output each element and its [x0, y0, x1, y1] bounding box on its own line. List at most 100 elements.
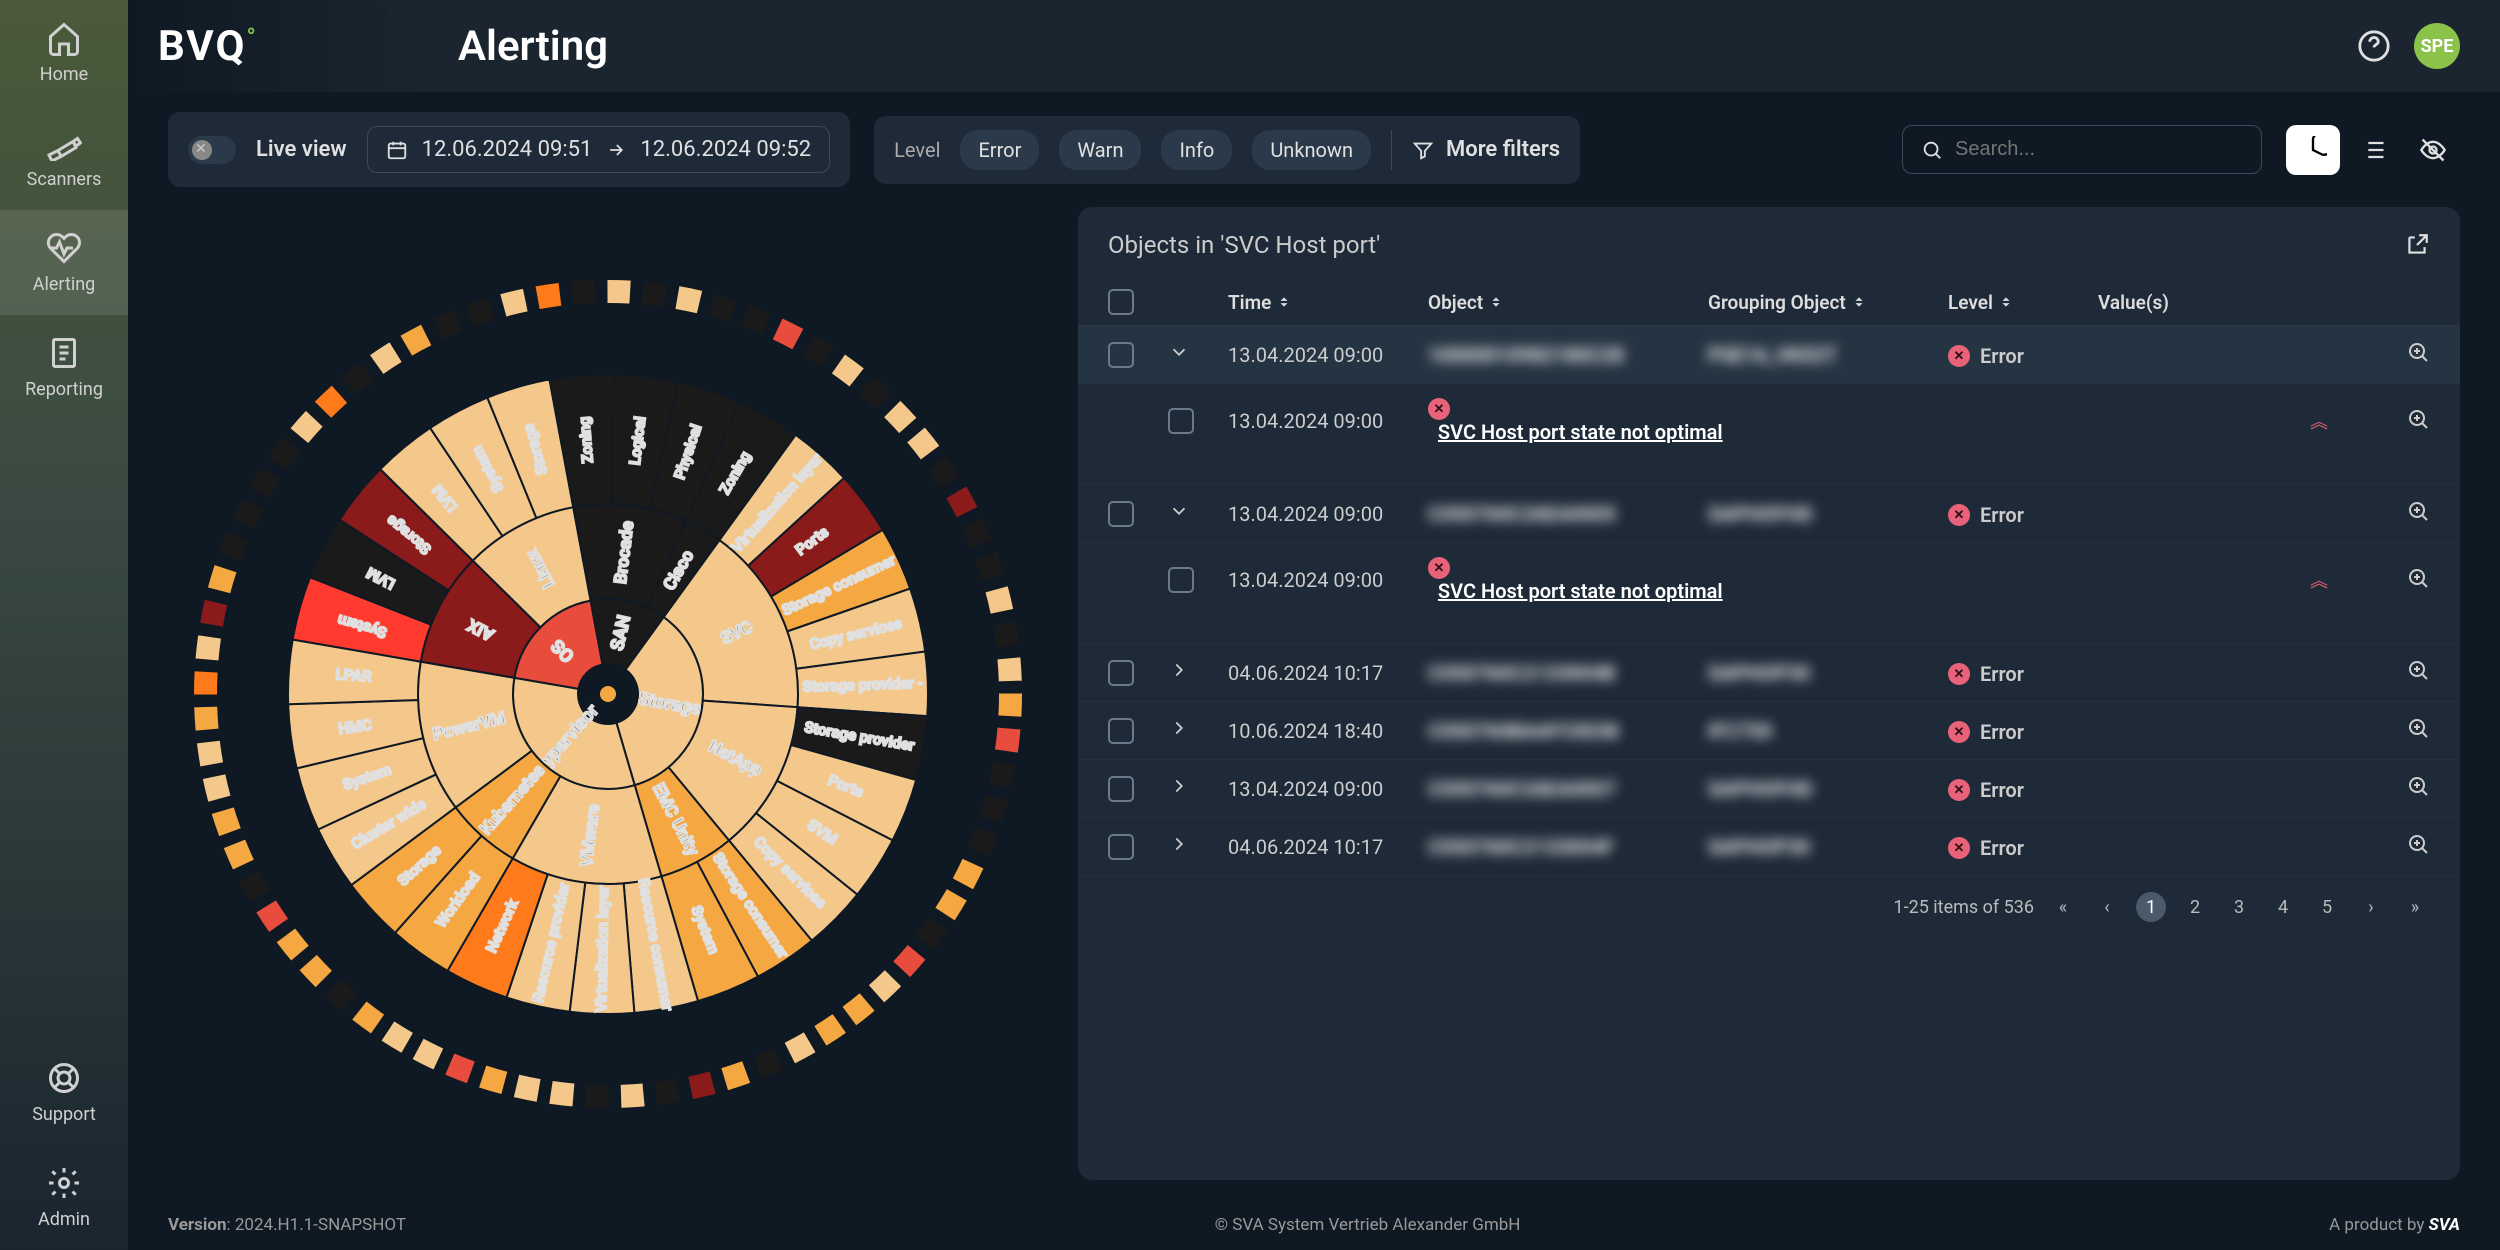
row-checkbox[interactable] — [1108, 834, 1134, 860]
cell-grouping: SAPHOP30 — [1708, 835, 1810, 859]
page-first[interactable]: « — [2048, 892, 2078, 922]
svg-text:Virtualization layer: Virtualization layer — [592, 884, 612, 1011]
row-checkbox[interactable] — [1168, 408, 1194, 434]
zoom-icon[interactable] — [2406, 658, 2430, 682]
col-level[interactable]: Level — [1948, 291, 2098, 314]
page-next[interactable]: › — [2356, 892, 2386, 922]
zoom-icon[interactable] — [2406, 499, 2430, 523]
zoom-icon[interactable] — [2406, 340, 2430, 364]
select-all-checkbox[interactable] — [1108, 289, 1134, 315]
live-toggle[interactable]: ✕ — [188, 136, 236, 164]
zoom-icon[interactable] — [2406, 566, 2430, 590]
sunburst-chart[interactable]: OSAIXSystemLVMStorageLinuxLVMSystemStora… — [168, 207, 1048, 1180]
chip-unknown[interactable]: Unknown — [1252, 130, 1371, 170]
level-badge: ✕Error — [1948, 662, 2024, 686]
zoom-icon[interactable] — [2406, 407, 2430, 431]
alert-link[interactable]: SVC Host port state not optimal — [1438, 579, 1723, 603]
table-row[interactable]: 04.06.2024 10:17 C050760C2133004F SAPHOP… — [1078, 818, 2460, 876]
eye-off-icon — [2419, 136, 2447, 164]
page-4[interactable]: 4 — [2268, 892, 2298, 922]
page-title: Alerting — [458, 22, 608, 71]
alerts-table: Objects in 'SVC Host port' Time Object G… — [1078, 207, 2460, 1180]
sidebar-label: Reporting — [25, 379, 103, 400]
expand-toggle[interactable] — [1168, 500, 1190, 522]
error-icon: ✕ — [1948, 837, 1970, 859]
row-checkbox[interactable] — [1108, 776, 1134, 802]
table-row[interactable]: 13.04.2024 09:00 ✕ SVC Host port state n… — [1078, 543, 2460, 644]
help-button[interactable] — [2354, 26, 2394, 66]
zoom-icon[interactable] — [2406, 832, 2430, 856]
col-object[interactable]: Object — [1428, 291, 1708, 314]
pie-icon — [2299, 136, 2327, 164]
error-icon: ✕ — [1948, 663, 1970, 685]
avatar[interactable]: SPE — [2414, 23, 2460, 69]
expand-toggle[interactable] — [1168, 659, 1190, 681]
search-box[interactable] — [1902, 125, 2262, 174]
expand-toggle[interactable] — [1168, 717, 1190, 739]
error-icon: ✕ — [1948, 504, 1970, 526]
level-badge: ✕Error — [1948, 836, 2024, 860]
page-prev[interactable]: ‹ — [2092, 892, 2122, 922]
cell-time: 13.04.2024 09:00 — [1228, 343, 1428, 367]
sidebar-item-admin[interactable]: Admin — [0, 1145, 128, 1250]
row-checkbox[interactable] — [1108, 501, 1134, 527]
page-3[interactable]: 3 — [2224, 892, 2254, 922]
sidebar-item-reporting[interactable]: Reporting — [0, 315, 128, 420]
live-label: Live view — [256, 137, 347, 162]
export-icon[interactable] — [2404, 232, 2430, 258]
alert-link[interactable]: SVC Host port state not optimal — [1438, 420, 1723, 444]
more-filters-button[interactable]: More filters — [1412, 137, 1560, 162]
table-row[interactable]: 13.04.2024 09:00 ✕ SVC Host port state n… — [1078, 384, 2460, 485]
row-checkbox[interactable] — [1168, 567, 1194, 593]
table-row[interactable]: 10.06.2024 18:40 C050760BAAFC0038 IFC750… — [1078, 702, 2460, 760]
view-list-button[interactable] — [2346, 125, 2400, 175]
row-checkbox[interactable] — [1108, 718, 1134, 744]
table-row[interactable]: 04.06.2024 10:17 C050760C2133004B SAPHOP… — [1078, 644, 2460, 702]
toolbar: ✕ Live view 12.06.2024 09:51 12.06.2024 … — [128, 92, 2500, 207]
row-checkbox[interactable] — [1108, 342, 1134, 368]
page-5[interactable]: 5 — [2312, 892, 2342, 922]
table-row[interactable]: 13.04.2024 09:00 C050760C26EA0007 SAPHOF… — [1078, 760, 2460, 818]
date-range-picker[interactable]: 12.06.2024 09:51 12.06.2024 09:52 — [367, 126, 831, 173]
page-1[interactable]: 1 — [2136, 892, 2166, 922]
zoom-icon[interactable] — [2406, 716, 2430, 740]
sort-icon — [1999, 295, 2013, 309]
sidebar-item-scanners[interactable]: Scanners — [0, 105, 128, 210]
page-last[interactable]: » — [2400, 892, 2430, 922]
search-input[interactable] — [1955, 138, 2243, 161]
svg-text:LPAR: LPAR — [335, 665, 373, 685]
pagination-summary: 1-25 items of 536 — [1894, 897, 2034, 918]
chip-error[interactable]: Error — [960, 130, 1039, 170]
row-checkbox[interactable] — [1108, 660, 1134, 686]
document-icon — [46, 335, 82, 371]
cell-grouping: SAPHOFHD — [1708, 777, 1813, 801]
page-2[interactable]: 2 — [2180, 892, 2210, 922]
expand-toggle[interactable] — [1168, 775, 1190, 797]
error-icon: ✕ — [1948, 779, 1970, 801]
sidebar-label: Home — [40, 64, 88, 85]
view-hide-button[interactable] — [2406, 125, 2460, 175]
sidebar-item-home[interactable]: Home — [0, 0, 128, 105]
chevron-down-icon — [1168, 500, 1190, 522]
sidebar-item-support[interactable]: Support — [0, 1040, 128, 1145]
cell-time: 13.04.2024 09:00 — [1228, 409, 1428, 433]
table-row[interactable]: 13.04.2024 09:00 C050760C26EA0005 SAPHOF… — [1078, 485, 2460, 543]
priority-icon[interactable]: ︽ — [2310, 571, 2328, 592]
col-grouping[interactable]: Grouping Object — [1708, 291, 1948, 314]
chip-info[interactable]: Info — [1161, 130, 1232, 170]
view-chart-button[interactable] — [2286, 125, 2340, 175]
zoom-icon[interactable] — [2406, 774, 2430, 798]
level-badge: ✕Error — [1948, 778, 2024, 802]
expand-toggle[interactable] — [1168, 833, 1190, 855]
chip-warn[interactable]: Warn — [1059, 130, 1141, 170]
table-row[interactable]: 13.04.2024 09:00 10000010982180C28 PSE16… — [1078, 326, 2460, 384]
chevron-down-icon — [1168, 341, 1190, 363]
priority-icon[interactable]: ︽ — [2310, 412, 2328, 433]
cell-time: 13.04.2024 09:00 — [1228, 502, 1428, 526]
cell-time: 13.04.2024 09:00 — [1228, 777, 1428, 801]
col-time[interactable]: Time — [1228, 291, 1428, 314]
expand-toggle[interactable] — [1168, 341, 1190, 363]
chevron-right-icon — [1168, 833, 1190, 855]
svg-text:Zoning: Zoning — [575, 415, 597, 463]
sidebar-item-alerting[interactable]: Alerting — [0, 210, 128, 315]
